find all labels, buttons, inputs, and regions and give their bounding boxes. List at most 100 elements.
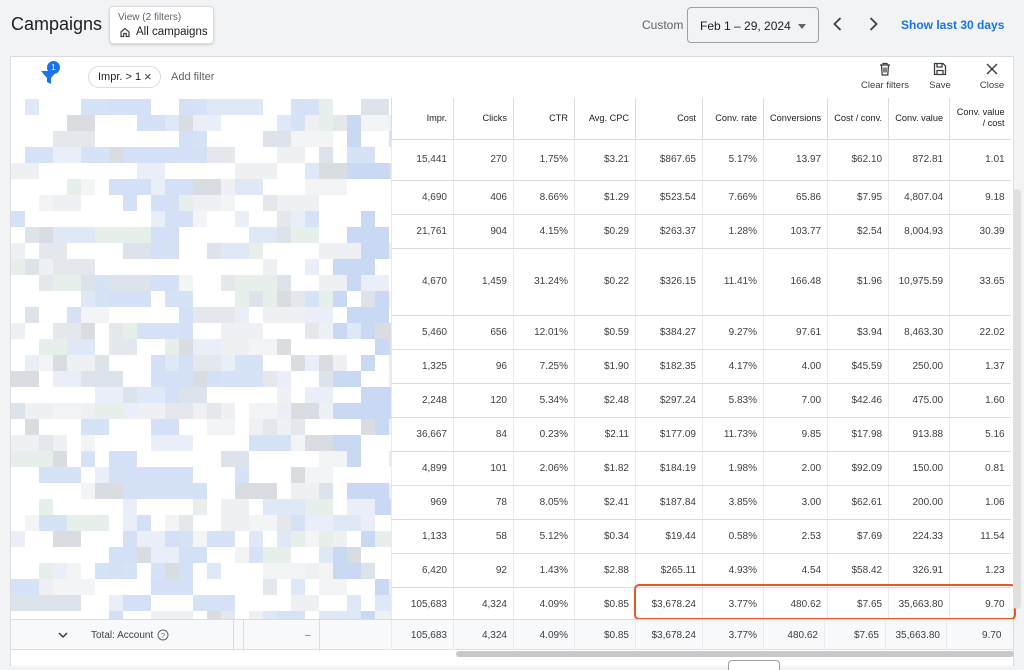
redacted-pixel (263, 499, 305, 515)
cell-ctr: 0.23% (513, 417, 575, 452)
cell-cost: $523.54 (635, 180, 703, 215)
redacted-pixel (375, 323, 392, 339)
redacted-pixel (361, 259, 375, 275)
redacted-pixel (375, 531, 392, 547)
redacted-pixel (39, 435, 53, 451)
date-range-value: Feb 1 – 29, 2024 (700, 19, 791, 33)
redacted-pixel (109, 99, 137, 115)
column-header-cost-conv[interactable]: Cost / conv. (827, 98, 889, 140)
redacted-pixel (67, 339, 95, 355)
redacted-pixel (39, 499, 53, 515)
redacted-pixel (235, 355, 263, 371)
total-cell-cost: $3,678.24 (635, 620, 703, 650)
redacted-pixel (235, 179, 263, 195)
cell-conv-value: 913.88 (888, 417, 950, 452)
redacted-pixel (151, 579, 193, 595)
table-row[interactable]: 4,670 1,459 31.24% $0.22 $326.15 11.41% 166.48… (391, 248, 1011, 316)
redacted-pixel (109, 595, 123, 611)
help-icon[interactable]: ? (157, 629, 169, 641)
view-selector[interactable]: View (2 filters) All campaigns (109, 6, 214, 44)
filter-chip-impressions[interactable]: Impr. > 1 × (88, 66, 161, 88)
cell-avg-cpc: $2.11 (574, 417, 636, 452)
redacted-pixel (81, 307, 109, 323)
cell-ctr: 4.09% (513, 587, 575, 622)
column-header-conv-rate[interactable]: Conv. rate (702, 98, 764, 140)
table-row[interactable]: 36,667 84 0.23% $2.11 $177.09 11.73% 9.85 $17.9… (391, 417, 1011, 452)
redacted-pixel (291, 579, 305, 595)
cell-ctr: 1.43% (513, 553, 575, 588)
redacted-pixel (95, 403, 123, 419)
redacted-pixel (67, 563, 81, 579)
redacted-pixel (81, 435, 95, 451)
redacted-pixel (319, 531, 333, 547)
horizontal-scrollbar[interactable] (456, 651, 1014, 657)
cell-ctr: 2.06% (513, 451, 575, 486)
cell-conv-value: 326.91 (888, 553, 950, 588)
redacted-pixel (347, 275, 361, 291)
redacted-pixel (277, 227, 291, 243)
bottom-tab-button[interactable] (728, 660, 780, 670)
cell-conv-value-cost: 9.18 (949, 180, 1011, 215)
redacted-pixel (333, 531, 347, 547)
close-icon[interactable]: × (144, 69, 152, 84)
vertical-scrollbar[interactable] (1013, 189, 1021, 609)
cell-impr: 36,667 (391, 417, 454, 452)
redacted-pixel (347, 163, 389, 179)
cell-clicks: 270 (453, 139, 514, 181)
close-button[interactable]: Close (977, 61, 1007, 91)
add-filter-button[interactable]: Add filter (171, 71, 214, 83)
chevron-right-icon[interactable] (863, 14, 883, 34)
column-header-conv-value[interactable]: Conv. value (888, 98, 950, 140)
cell-conv-rate: 4.17% (702, 349, 764, 384)
redacted-pixel (123, 499, 137, 515)
redacted-pixel (207, 531, 221, 547)
clear-filters-button[interactable]: Clear filters (859, 61, 911, 91)
table-row[interactable]: 4,899 101 2.06% $1.82 $184.19 1.98% 2.00 $92.09… (391, 451, 1011, 486)
cell-conv-rate: 0.58% (702, 519, 764, 554)
redacted-pixel (109, 563, 123, 579)
table-row[interactable]: 6,420 92 1.43% $2.88 $265.11 4.93% 4.54 $58.42 3… (391, 553, 1011, 588)
column-header-ctr[interactable]: CTR (513, 98, 575, 140)
redacted-pixel (291, 115, 305, 131)
redacted-pixel (123, 147, 151, 163)
cell-impr: 21,761 (391, 214, 454, 249)
redacted-pixel (137, 163, 165, 179)
show-last-30-days-link[interactable]: Show last 30 days (901, 18, 1004, 32)
table-row[interactable]: 1,133 58 5.12% $0.34 $19.44 0.58% 2.53 $7.69 224… (391, 519, 1011, 554)
table-row[interactable]: 5,460 656 12.01% $0.59 $384.27 9.27% 97.61 $3.9… (391, 315, 1011, 350)
redacted-pixel (235, 499, 249, 515)
column-header-avg-cpc[interactable]: Avg. CPC (574, 98, 636, 140)
cell-avg-cpc: $2.88 (574, 553, 636, 588)
table-row[interactable]: 21,761 904 4.15% $0.29 $263.37 1.28% 103.77 $2.… (391, 214, 1011, 249)
cell-conv-value: 224.33 (888, 519, 950, 554)
column-header-conversions[interactable]: Conversions (762, 98, 828, 140)
redacted-pixel (319, 467, 333, 483)
cell-conv-value-cost: 22.02 (949, 315, 1011, 350)
column-header-clicks[interactable]: Clicks (453, 98, 514, 140)
redacted-pixel (333, 291, 347, 307)
top-bar: Campaigns View (2 filters) All campaigns… (0, 0, 1024, 50)
column-header-cost[interactable]: Cost (635, 98, 703, 140)
table-row[interactable]: 1,325 96 7.25% $1.90 $182.35 4.17% 4.00 $45.59 2… (391, 349, 1011, 384)
redacted-pixel (375, 499, 392, 515)
column-header-impr[interactable]: Impr. (391, 98, 454, 140)
redacted-pixel (347, 547, 361, 563)
redacted-pixel (11, 371, 39, 387)
cell-avg-cpc: $0.22 (574, 248, 636, 316)
chevron-left-icon[interactable] (828, 14, 848, 34)
redacted-pixel (319, 99, 333, 115)
table-row[interactable]: 2,248 120 5.34% $2.48 $297.24 5.83% 7.00 $42.46… (391, 383, 1011, 418)
redacted-pixel (235, 467, 249, 483)
table-row[interactable]: 15,441 270 1.75% $3.21 $867.65 5.17% 13.97 $62.… (391, 139, 1011, 181)
save-button[interactable]: Save (927, 61, 953, 91)
date-range-picker[interactable]: Feb 1 – 29, 2024 (687, 7, 819, 43)
chevron-down-icon[interactable] (57, 629, 69, 641)
redacted-pixel (305, 355, 319, 371)
campaigns-table-panel: 1 Impr. > 1 × Add filter Clear filters S… (10, 56, 1021, 666)
table-row[interactable]: 4,690 406 8.66% $1.29 $523.54 7.66% 65.86 $7.95… (391, 180, 1011, 215)
cell-impr: 1,325 (391, 349, 454, 384)
column-header-conv-value-cost[interactable]: Conv. value / cost (949, 98, 1011, 140)
table-row[interactable]: 969 78 8.05% $2.41 $187.84 3.85% 3.00 $62.61 200… (391, 485, 1011, 520)
cell-cost-conv: $7.69 (827, 519, 889, 554)
total-cell-clicks: 4,324 (453, 620, 514, 650)
